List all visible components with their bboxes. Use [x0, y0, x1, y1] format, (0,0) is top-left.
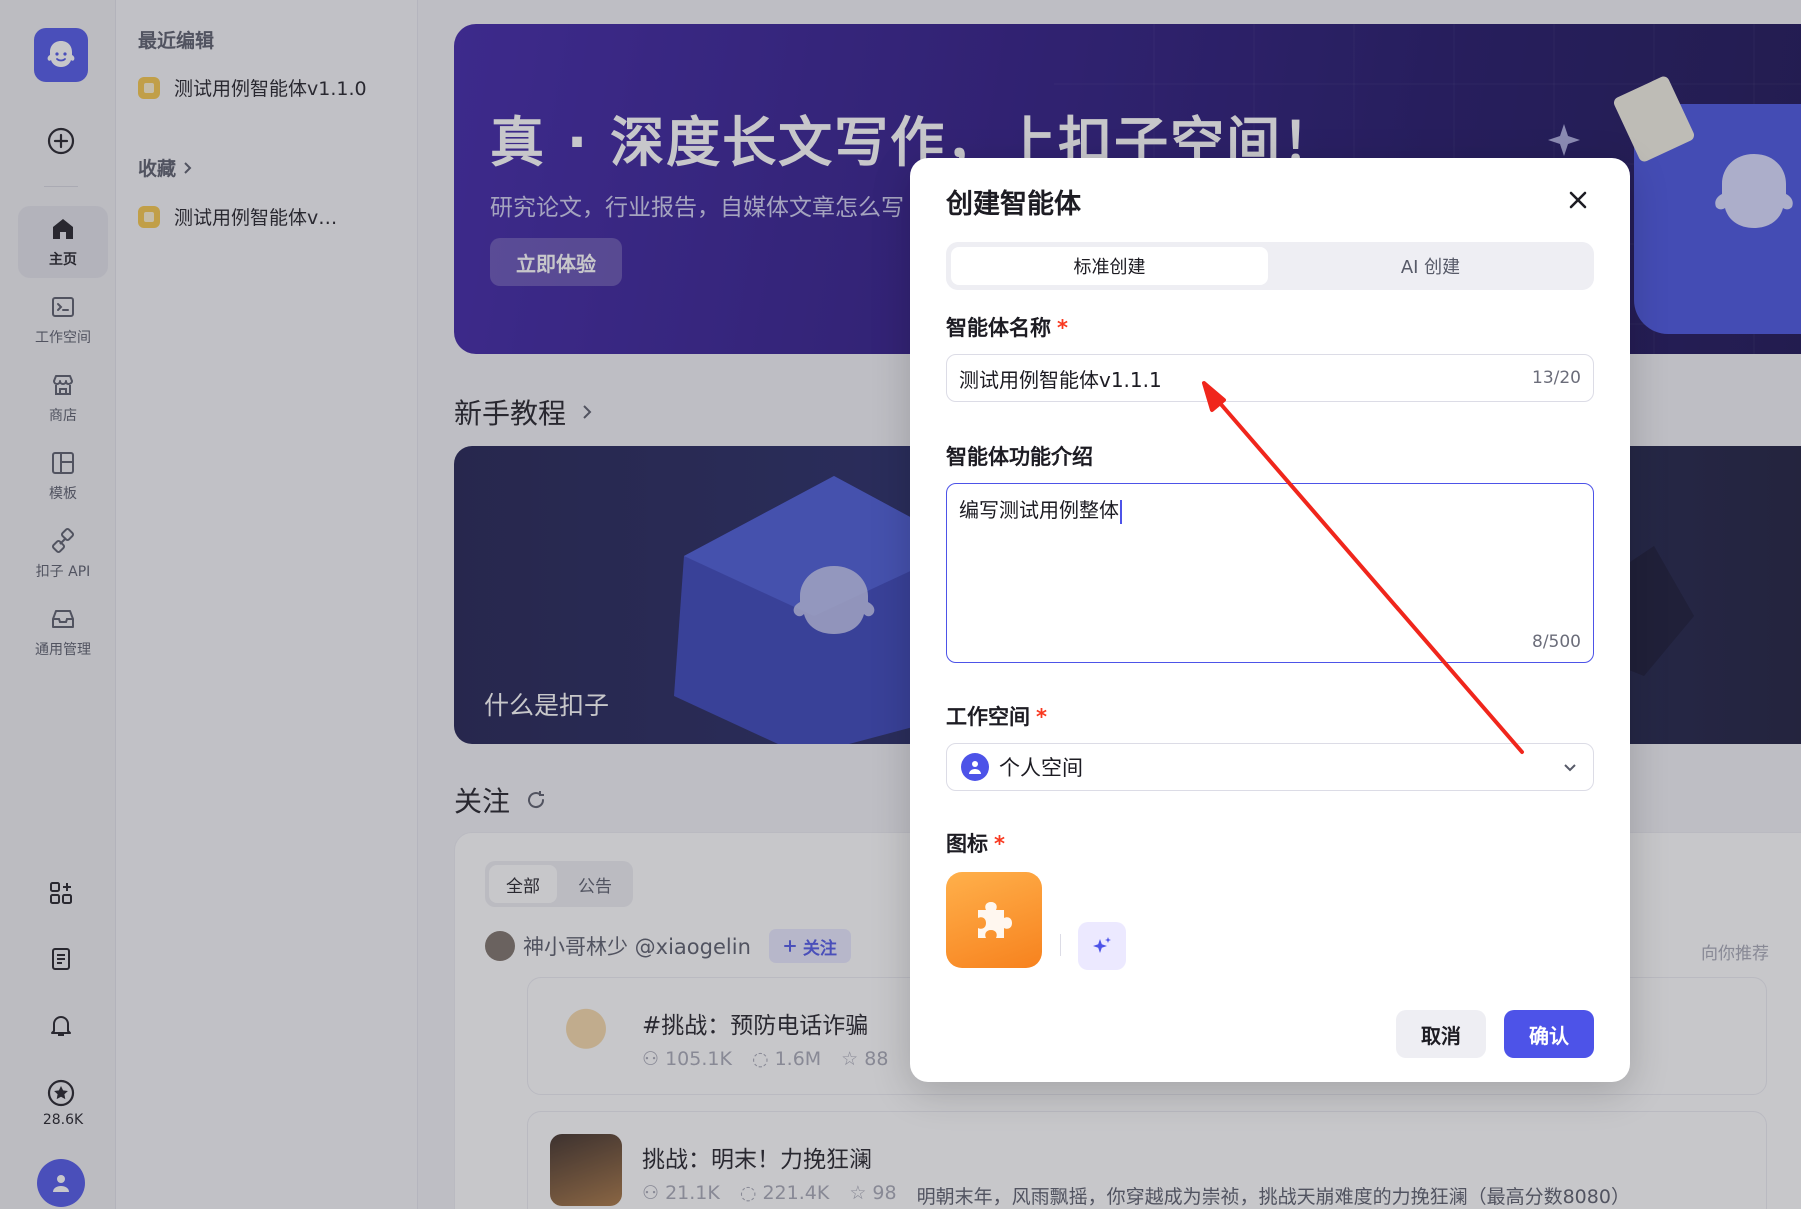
icon-label: 图标 *: [946, 832, 1005, 856]
text-caret: [1120, 499, 1122, 524]
workspace-select[interactable]: 个人空间: [946, 743, 1594, 791]
close-icon: [1569, 191, 1587, 209]
agent-name-input[interactable]: 测试用例智能体v1.1.1 13/20: [946, 354, 1594, 402]
agent-name-label: 智能体名称 *: [946, 316, 1068, 340]
puzzle-piece-icon: [978, 902, 1012, 938]
sparkle-icon: [1093, 937, 1111, 953]
cancel-button[interactable]: 取消: [1396, 1010, 1486, 1058]
workspace-label: 工作空间 *: [946, 705, 1047, 729]
confirm-button[interactable]: 确认: [1504, 1010, 1594, 1058]
agent-name-value: 测试用例智能体v1.1.1: [959, 367, 1162, 392]
workspace-value: 个人空间: [999, 756, 1083, 780]
create-agent-dialog: 创建智能体 标准创建 AI 创建 智能体名称 * 测试用例智能体v1.1.1 13…: [910, 158, 1630, 1082]
agent-description-label: 智能体功能介绍: [946, 445, 1093, 469]
icon-divider: [1060, 934, 1061, 956]
tab-ai-create[interactable]: AI 创建: [1272, 247, 1589, 285]
chevron-down-icon: [1564, 764, 1576, 772]
workspace-avatar: [961, 753, 989, 781]
close-button[interactable]: [1564, 186, 1592, 214]
dialog-title: 创建智能体: [946, 189, 1081, 220]
agent-description-count: 8/500: [1532, 632, 1581, 652]
user-icon: [969, 761, 981, 774]
agent-name-count: 13/20: [1532, 368, 1581, 388]
ai-generate-icon-button[interactable]: [1078, 922, 1126, 970]
agent-description-value: 编写测试用例整体: [959, 498, 1119, 522]
tab-standard-create[interactable]: 标准创建: [951, 247, 1268, 285]
create-mode-tabs: 标准创建 AI 创建: [946, 242, 1594, 290]
agent-description-textarea[interactable]: 编写测试用例整体 8/500: [946, 483, 1594, 663]
agent-icon-upload[interactable]: [946, 872, 1042, 968]
